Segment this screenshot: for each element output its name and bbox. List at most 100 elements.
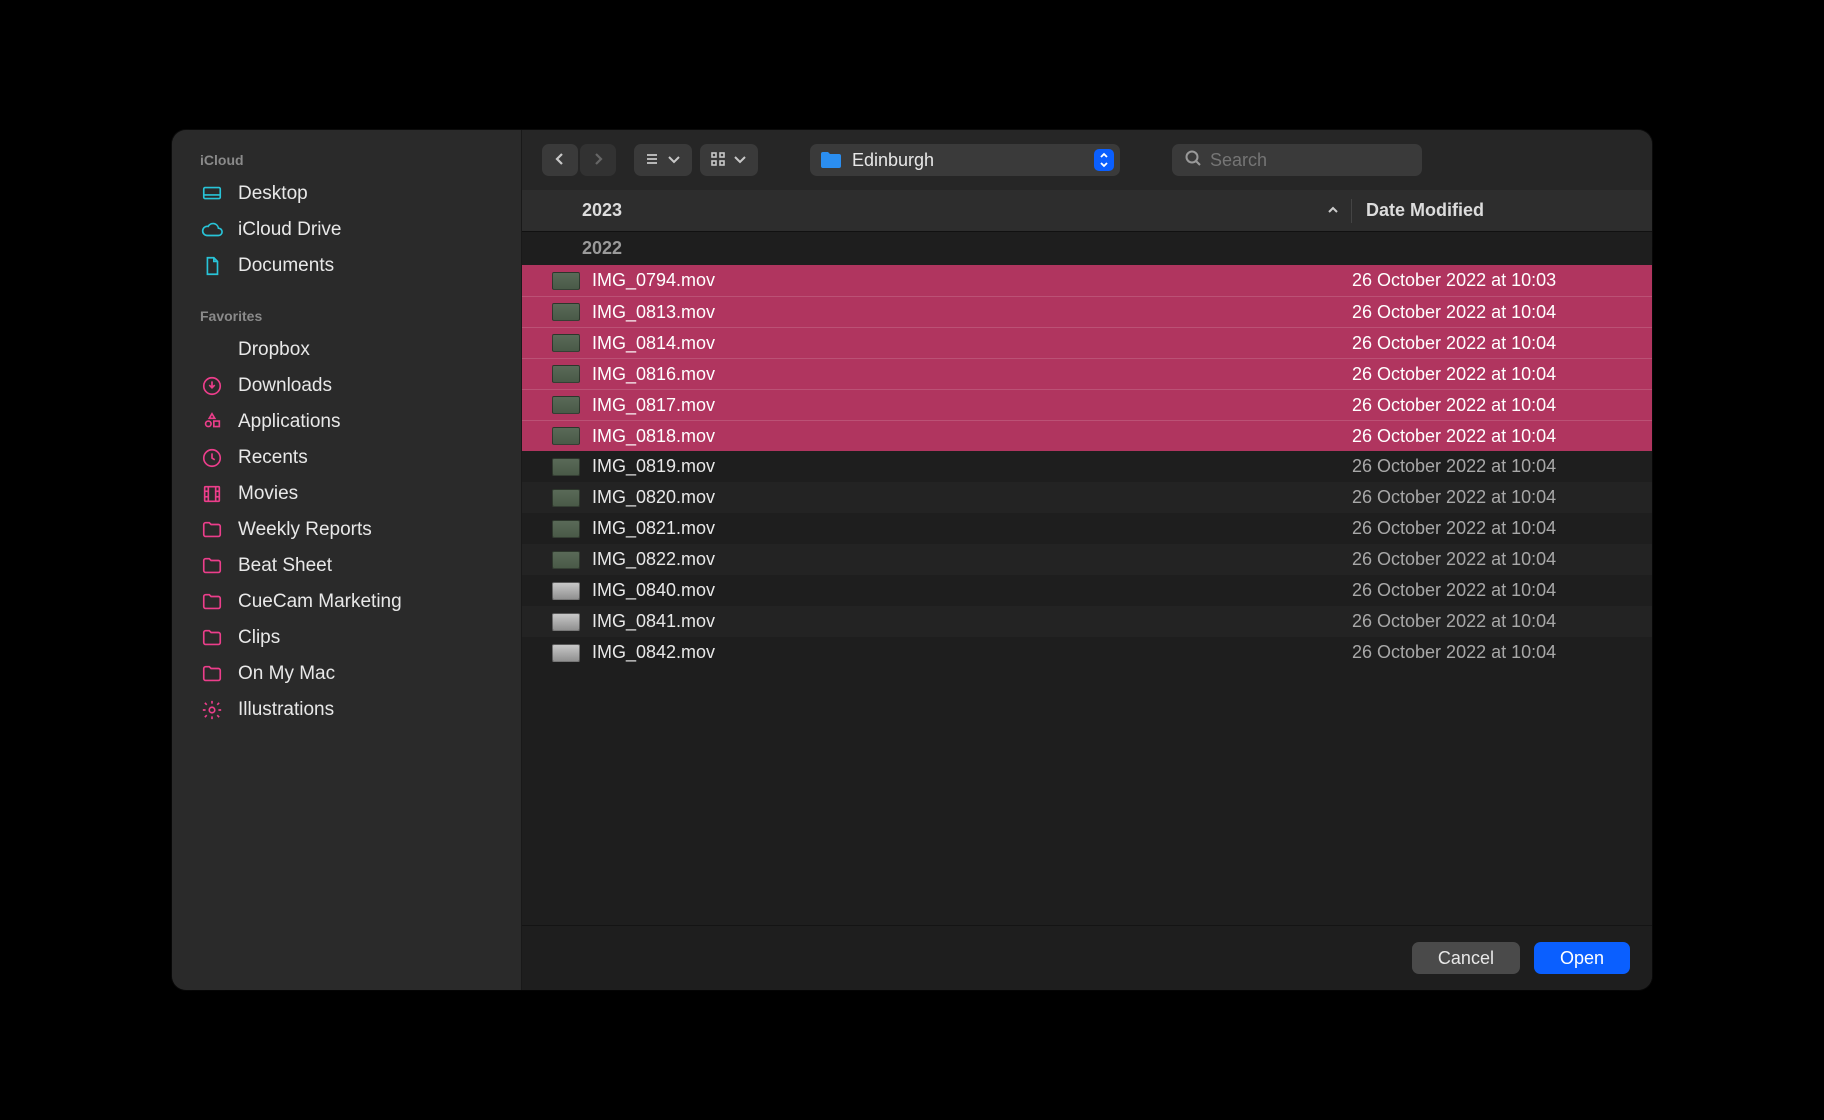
sidebar-item-movies[interactable]: Movies xyxy=(172,476,521,512)
chevron-left-icon xyxy=(552,151,568,170)
file-date: 26 October 2022 at 10:04 xyxy=(1352,611,1652,632)
sidebar-item-recents[interactable]: Recents xyxy=(172,440,521,476)
video-thumbnail-icon xyxy=(552,365,580,383)
sidebar-item-beat-sheet[interactable]: Beat Sheet xyxy=(172,548,521,584)
sidebar-item-downloads[interactable]: Downloads xyxy=(172,368,521,404)
column-date-label: Date Modified xyxy=(1366,200,1484,220)
open-button[interactable]: Open xyxy=(1534,942,1630,974)
list-icon xyxy=(644,151,660,170)
video-thumbnail-icon xyxy=(552,520,580,538)
file-name: IMG_0814.mov xyxy=(580,333,1352,354)
folder-icon xyxy=(200,554,224,578)
sidebar-item-clips[interactable]: Clips xyxy=(172,620,521,656)
file-row[interactable]: IMG_0818.mov26 October 2022 at 10:04 xyxy=(522,420,1652,451)
sidebar-item-label: Clips xyxy=(238,627,280,649)
dropbox-icon xyxy=(200,338,224,362)
sidebar-item-cuecam-marketing[interactable]: CueCam Marketing xyxy=(172,584,521,620)
file-row[interactable]: IMG_0821.mov26 October 2022 at 10:04 xyxy=(522,513,1652,544)
cancel-button[interactable]: Cancel xyxy=(1412,942,1520,974)
search-field[interactable] xyxy=(1172,144,1422,176)
clock-icon xyxy=(200,446,224,470)
file-date: 26 October 2022 at 10:04 xyxy=(1352,395,1652,416)
file-row[interactable]: IMG_0817.mov26 October 2022 at 10:04 xyxy=(522,389,1652,420)
file-name: IMG_0819.mov xyxy=(580,456,1352,477)
file-row[interactable]: IMG_0816.mov26 October 2022 at 10:04 xyxy=(522,358,1652,389)
group-view-button[interactable] xyxy=(700,144,758,176)
desktop-icon xyxy=(200,182,224,206)
sort-indicator[interactable] xyxy=(1315,200,1351,221)
file-date: 26 October 2022 at 10:03 xyxy=(1352,270,1652,291)
search-input[interactable] xyxy=(1210,150,1410,171)
file-name: IMG_0841.mov xyxy=(580,611,1352,632)
file-name: IMG_0794.mov xyxy=(580,270,1352,291)
video-thumbnail-icon xyxy=(552,644,580,662)
file-list[interactable]: 2022 IMG_0794.mov26 October 2022 at 10:0… xyxy=(522,232,1652,925)
sidebar-item-label: iCloud Drive xyxy=(238,219,341,241)
file-row[interactable]: IMG_0842.mov26 October 2022 at 10:04 xyxy=(522,637,1652,668)
sidebar-item-icloud-drive[interactable]: iCloud Drive xyxy=(172,212,521,248)
sidebar-item-label: Movies xyxy=(238,483,298,505)
gear-icon xyxy=(200,698,224,722)
open-dialog: iCloudDesktopiCloud DriveDocumentsFavori… xyxy=(172,130,1652,990)
file-row[interactable]: IMG_0819.mov26 October 2022 at 10:04 xyxy=(522,451,1652,482)
sidebar-item-documents[interactable]: Documents xyxy=(172,248,521,284)
video-thumbnail-icon xyxy=(552,334,580,352)
main-panel: Edinburgh 2023 xyxy=(522,130,1652,990)
folder-popup[interactable]: Edinburgh xyxy=(810,144,1120,176)
file-name: IMG_0821.mov xyxy=(580,518,1352,539)
column-name[interactable]: 2023 xyxy=(582,200,1315,221)
film-icon xyxy=(200,482,224,506)
sidebar-item-illustrations[interactable]: Illustrations xyxy=(172,692,521,728)
video-thumbnail-icon xyxy=(552,489,580,507)
file-date: 26 October 2022 at 10:04 xyxy=(1352,364,1652,385)
file-name: IMG_0813.mov xyxy=(580,302,1352,323)
list-view-button[interactable] xyxy=(634,144,692,176)
file-name: IMG_0818.mov xyxy=(580,426,1352,447)
file-row[interactable]: IMG_0840.mov26 October 2022 at 10:04 xyxy=(522,575,1652,606)
folder-icon xyxy=(200,626,224,650)
group-header-label: 2022 xyxy=(582,238,622,258)
sidebar-item-on-my-mac[interactable]: On My Mac xyxy=(172,656,521,692)
file-name: IMG_0817.mov xyxy=(580,395,1352,416)
file-row[interactable]: IMG_0822.mov26 October 2022 at 10:04 xyxy=(522,544,1652,575)
file-row[interactable]: IMG_0814.mov26 October 2022 at 10:04 xyxy=(522,327,1652,358)
back-button[interactable] xyxy=(542,144,578,176)
sidebar-item-applications[interactable]: Applications xyxy=(172,404,521,440)
file-date: 26 October 2022 at 10:04 xyxy=(1352,580,1652,601)
file-row[interactable]: IMG_0820.mov26 October 2022 at 10:04 xyxy=(522,482,1652,513)
file-date: 26 October 2022 at 10:04 xyxy=(1352,302,1652,323)
folder-icon xyxy=(200,518,224,542)
nav-buttons xyxy=(542,144,616,176)
folder-icon xyxy=(200,662,224,686)
dialog-footer: Cancel Open xyxy=(522,925,1652,990)
file-row[interactable]: IMG_0794.mov26 October 2022 at 10:03 xyxy=(522,265,1652,296)
video-thumbnail-icon xyxy=(552,427,580,445)
sidebar-item-dropbox[interactable]: Dropbox xyxy=(172,332,521,368)
folder-icon xyxy=(820,151,842,169)
file-row[interactable]: IMG_0813.mov26 October 2022 at 10:04 xyxy=(522,296,1652,327)
sidebar-item-label: Beat Sheet xyxy=(238,555,332,577)
sidebar-item-label: Illustrations xyxy=(238,699,334,721)
video-thumbnail-icon xyxy=(552,458,580,476)
sidebar-item-label: Desktop xyxy=(238,183,308,205)
column-date[interactable]: Date Modified xyxy=(1352,200,1652,221)
file-name: IMG_0840.mov xyxy=(580,580,1352,601)
sidebar-item-weekly-reports[interactable]: Weekly Reports xyxy=(172,512,521,548)
toolbar: Edinburgh xyxy=(522,130,1652,190)
sidebar-item-desktop[interactable]: Desktop xyxy=(172,176,521,212)
file-date: 26 October 2022 at 10:04 xyxy=(1352,549,1652,570)
file-row[interactable]: IMG_0841.mov26 October 2022 at 10:04 xyxy=(522,606,1652,637)
folder-name: Edinburgh xyxy=(852,150,1084,171)
sidebar-item-label: Downloads xyxy=(238,375,332,397)
grid-icon xyxy=(710,151,726,170)
forward-button[interactable] xyxy=(580,144,616,176)
group-header: 2022 xyxy=(522,232,1652,265)
file-date: 26 October 2022 at 10:04 xyxy=(1352,426,1652,447)
column-header: 2023 Date Modified xyxy=(522,190,1652,232)
sidebar-item-label: Dropbox xyxy=(238,339,310,361)
video-thumbnail-icon xyxy=(552,551,580,569)
view-controls xyxy=(634,144,758,176)
chevron-down-icon xyxy=(732,151,748,170)
sidebar-item-label: Applications xyxy=(238,411,340,433)
file-date: 26 October 2022 at 10:04 xyxy=(1352,642,1652,663)
